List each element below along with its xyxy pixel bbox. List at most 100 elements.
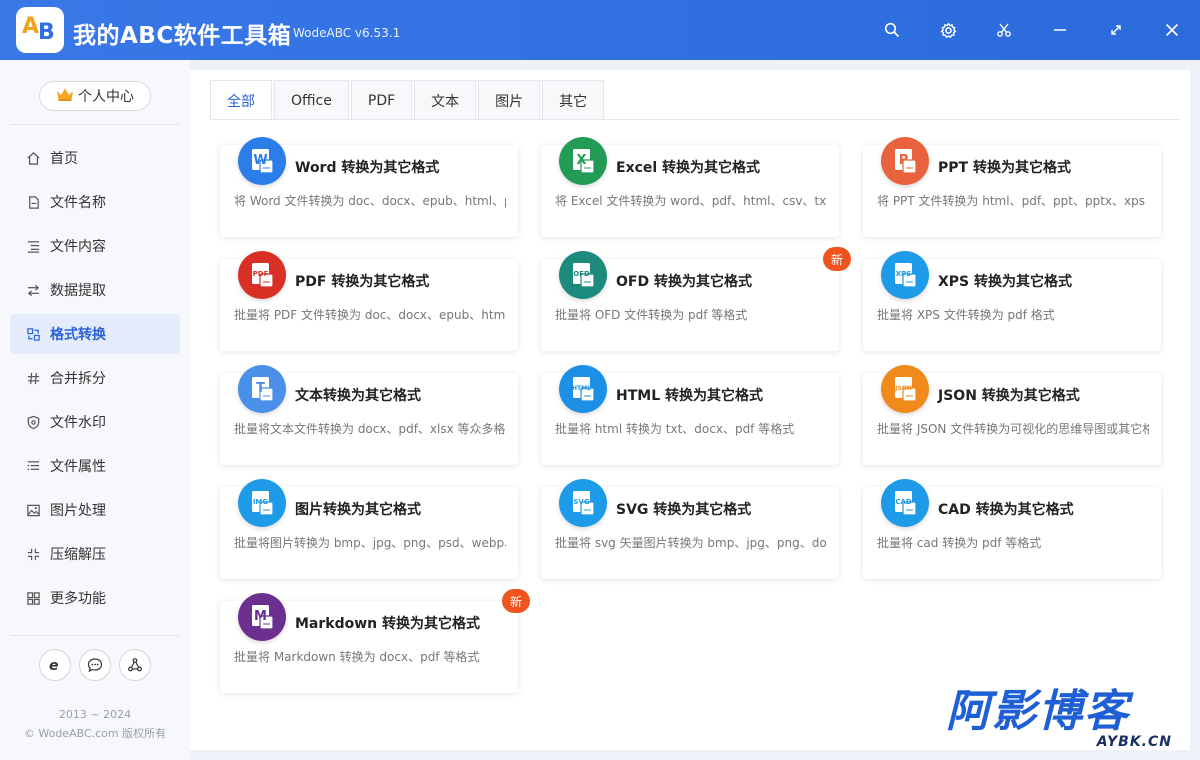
scissors-icon[interactable] <box>990 16 1018 44</box>
svg-text:PDF: PDF <box>253 270 269 278</box>
browser-icon[interactable]: e <box>39 649 71 681</box>
svg-text:CAD: CAD <box>895 498 912 506</box>
copyright-years: 2013 ~ 2024 <box>58 708 132 721</box>
tool-card-pdf[interactable]: PDF PDF 转换为其它格式 批量将 PDF 文件转换为 doc、docx、epu… <box>220 251 518 351</box>
tool-card-picture[interactable]: IMG 图片转换为其它格式 批量将图片转换为 bmp、jpg、png、psd、web… <box>220 479 518 579</box>
tab-all[interactable]: 全部 <box>210 80 272 120</box>
title-bar: A B 我的ABC软件工具箱 WodeABC v6.53.1 <box>0 0 1200 60</box>
markdown-icon: M <box>238 593 286 641</box>
crown-icon <box>56 87 74 106</box>
sidebar-item-file-name[interactable]: 文件名称 <box>10 182 180 222</box>
logo-letter-a: A <box>22 14 40 39</box>
search-icon[interactable] <box>878 16 906 44</box>
tool-card-markdown[interactable]: M Markdown 转换为其它格式批量将 Markdown 转换为 docx、p… <box>220 589 530 693</box>
tool-card-cad[interactable]: CAD CAD 转换为其它格式 批量将 cad 转换为 pdf 等格式 <box>863 479 1161 579</box>
file-name-icon <box>24 193 42 211</box>
tool-card-html[interactable]: HTML HTML 转换为其它格式批量将 html 转换为 txt、docx、pd… <box>541 365 839 465</box>
svg-text:SVG: SVG <box>573 498 589 506</box>
image-icon <box>24 501 42 519</box>
card-title: 文本转换为其它格式 <box>295 388 421 404</box>
sidebar-item-watermark[interactable]: 文件水印 <box>10 402 180 442</box>
card-title: HTML 转换为其它格式 <box>616 388 763 404</box>
format-convert-icon <box>24 325 42 343</box>
watermark-sub-text: AYBK.CN <box>1096 734 1172 750</box>
card-title: Markdown 转换为其它格式 <box>295 616 481 632</box>
tool-card-word[interactable]: W Word 转换为其它格式将 Word 文件转换为 doc、docx、epub、… <box>220 137 518 237</box>
card-title: CAD 转换为其它格式 <box>938 502 1074 518</box>
card-title: Word 转换为其它格式 <box>295 160 440 176</box>
svg-text:XPS: XPS <box>896 270 912 278</box>
card-description: 将 Excel 文件转换为 word、pdf、html、csv、txt、s <box>555 194 827 208</box>
ofd-icon: OFD <box>559 251 607 299</box>
sidebar-item-data-extract[interactable]: 数据提取 <box>10 270 180 310</box>
home-icon <box>24 149 42 167</box>
watermark-main-text: 阿影博客 <box>946 686 1130 737</box>
card-description: 批量将 OFD 文件转换为 pdf 等格式 <box>555 308 748 322</box>
tool-card-json[interactable]: JSON JSON 转换为其它格式 批量将 JSON 文件转换为可视化的思维导图或其… <box>863 365 1161 465</box>
tab-text[interactable]: 文本 <box>414 80 477 120</box>
sidebar-item-format-convert[interactable]: 格式转换 <box>10 314 180 354</box>
close-icon[interactable] <box>1158 16 1186 44</box>
chat-icon[interactable] <box>79 649 111 681</box>
logo-letter-b: B <box>38 20 55 45</box>
card-title: SVG 转换为其它格式 <box>616 502 752 518</box>
sidebar-item-compress[interactable]: 压缩解压 <box>10 534 180 574</box>
card-description: 将 Word 文件转换为 doc、docx、epub、html、pdf <box>234 194 506 208</box>
data-extract-icon <box>24 281 42 299</box>
gear-icon[interactable] <box>934 16 962 44</box>
share-icon[interactable] <box>119 649 151 681</box>
card-description: 批量将 Markdown 转换为 docx、pdf 等格式 <box>234 650 480 664</box>
tool-card-ofd[interactable]: OFD OFD 转换为其它格式 批量将 OFD 文件转换为 pdf 等格式 新 <box>541 247 851 351</box>
profile-button[interactable]: 个人中心 <box>39 81 151 111</box>
app-title: 我的ABC软件工具箱 <box>73 23 292 49</box>
sidebar-item-more[interactable]: 更多功能 <box>10 578 180 618</box>
card-description: 批量将图片转换为 bmp、jpg、png、psd、webp、 <box>234 536 506 550</box>
card-description: 批量将 html 转换为 txt、docx、pdf 等格式 <box>555 422 795 436</box>
file-props-icon <box>24 457 42 475</box>
grid-icon <box>24 589 42 607</box>
watermark-logo: 阿影博客 AYBK.CN <box>946 690 1186 754</box>
sidebar-item-file-content[interactable]: 文件内容 <box>10 226 180 266</box>
tool-card-svg[interactable]: SVG SVG 转换为其它格式 批量将 svg 矢量图片转换为 bmp、jpg、pn… <box>541 479 839 579</box>
tab-image[interactable]: 图片 <box>478 80 541 120</box>
tool-card-text[interactable]: T 文本转换为其它格式 批量将文本文件转换为 docx、pdf、xlsx 等众多格式 <box>220 365 518 465</box>
card-description: 批量将 XPS 文件转换为 pdf 格式 <box>877 308 1055 322</box>
app-logo: A B <box>16 7 64 53</box>
minimize-icon[interactable] <box>1046 16 1074 44</box>
sidebar: 个人中心 首页 文件名称 文件内容 数据提取 格式转换 合并拆分 文件水印 文件… <box>0 60 190 760</box>
merge-split-icon <box>24 369 42 387</box>
text-icon: T <box>238 365 286 413</box>
sidebar-item-label: 更多功能 <box>50 591 106 607</box>
tab-office[interactable]: Office <box>274 80 349 120</box>
sidebar-item-image[interactable]: 图片处理 <box>10 490 180 530</box>
tool-card-xps[interactable]: XPS XPS 转换为其它格式批量将 XPS 文件转换为 pdf 格式 <box>863 251 1161 351</box>
sidebar-item-label: 文件内容 <box>50 239 106 255</box>
sidebar-item-label: 压缩解压 <box>50 547 106 563</box>
word-icon: W <box>238 137 286 185</box>
sidebar-item-label: 文件属性 <box>50 459 106 475</box>
tool-card-ppt[interactable]: P PPT 转换为其它格式将 PPT 文件转换为 html、pdf、ppt、ppt… <box>863 137 1161 237</box>
cad-icon: CAD <box>881 479 929 527</box>
card-title: XPS 转换为其它格式 <box>938 274 1073 290</box>
sidebar-item-merge-split[interactable]: 合并拆分 <box>10 358 180 398</box>
tool-card-excel[interactable]: X Excel 转换为其它格式将 Excel 文件转换为 word、pdf、htm… <box>541 137 839 237</box>
json-icon: JSON <box>881 365 929 413</box>
sidebar-item-home[interactable]: 首页 <box>10 138 180 178</box>
sidebar-divider <box>10 124 180 125</box>
tab-other[interactable]: 其它 <box>542 80 605 120</box>
svg-text:e: e <box>49 658 59 673</box>
new-badge: 新 <box>823 247 851 271</box>
tab-pdf[interactable]: PDF <box>350 80 413 120</box>
tab-divider <box>210 119 1180 120</box>
sidebar-divider <box>10 635 180 636</box>
watermark-icon <box>24 413 42 431</box>
html-icon: HTML <box>559 365 607 413</box>
card-description: 批量将 JSON 文件转换为可视化的思维导图或其它格 <box>877 422 1149 436</box>
main-panel: 全部 Office PDF 文本 图片 其它 W Word 转换为其它格式将 Wo… <box>190 70 1190 750</box>
copyright-text: © WodeABC.com 版权所有 <box>23 727 167 740</box>
card-description: 将 PPT 文件转换为 html、pdf、ppt、pptx、xps 等多 <box>877 194 1149 208</box>
category-tabs: 全部 Office PDF 文本 图片 其它 <box>210 80 606 120</box>
sidebar-item-file-props[interactable]: 文件属性 <box>10 446 180 486</box>
maximize-icon[interactable] <box>1102 16 1130 44</box>
svg-text:M: M <box>254 609 267 624</box>
